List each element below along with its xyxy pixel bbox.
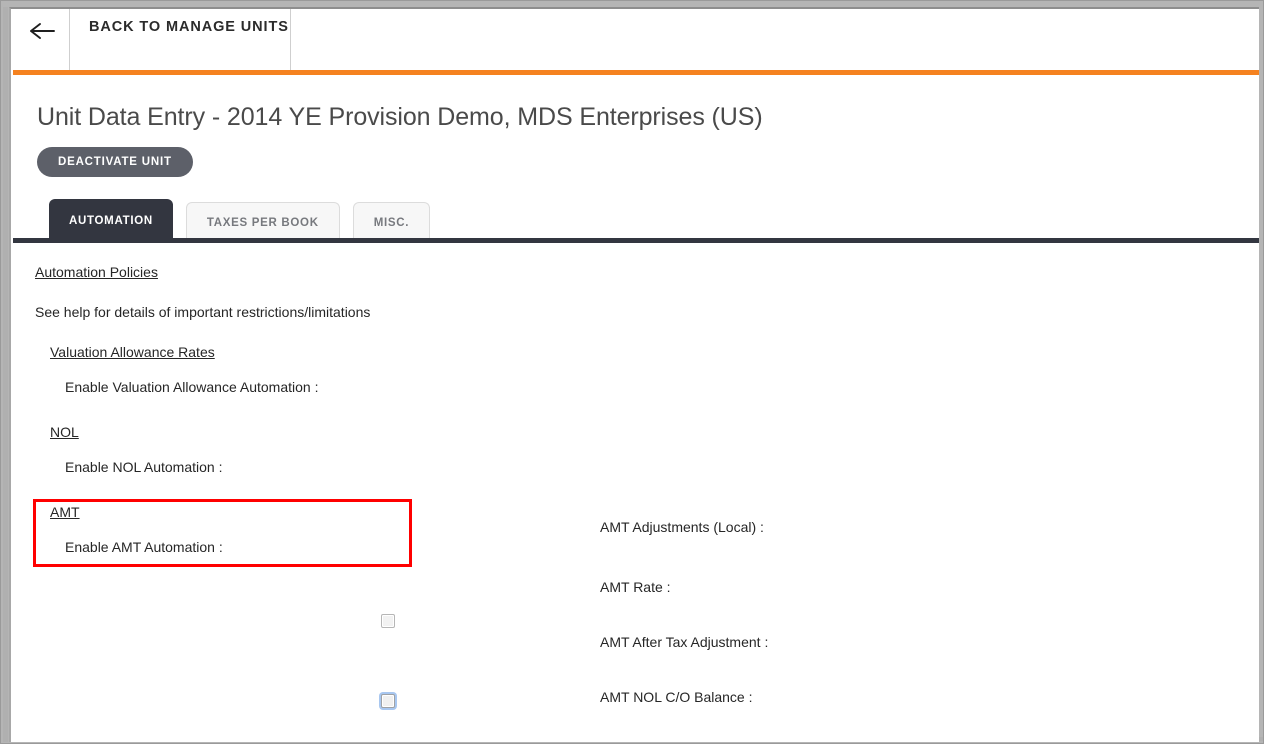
section-heading-amt[interactable]: AMT [50, 504, 80, 520]
tab-misc[interactable]: MISC. [352, 202, 431, 242]
label-enable-amt-automation: Enable AMT Automation : [65, 539, 223, 555]
tab-bar: AUTOMATION TAXES PER BOOK MISC. [49, 199, 431, 242]
tab-taxes-per-book[interactable]: TAXES PER BOOK [185, 202, 340, 242]
deactivate-unit-button[interactable]: DEACTIVATE UNIT [37, 147, 193, 177]
window-left-bevel [3, 7, 8, 742]
label-amt-adjustments-local: AMT Adjustments (Local) : [600, 519, 764, 535]
topbar-divider-right [290, 9, 291, 70]
checkbox-enable-valuation-allowance-automation[interactable] [381, 614, 395, 628]
application-window: BACK TO MANAGE UNITS Unit Data Entry - 2… [0, 0, 1264, 744]
automation-help-text: See help for details of important restri… [35, 304, 371, 320]
back-to-manage-units-link[interactable]: BACK TO MANAGE UNITS [89, 19, 289, 35]
tab-automation[interactable]: AUTOMATION [49, 199, 173, 242]
accent-bar [13, 70, 1259, 75]
topbar-divider-left [69, 9, 70, 70]
label-amt-after-tax-adjustment: AMT After Tax Adjustment : [600, 634, 769, 650]
section-heading-nol[interactable]: NOL [50, 424, 79, 440]
automation-panel: Automation Policies See help for details… [13, 243, 1259, 742]
checkbox-enable-nol-automation[interactable] [381, 694, 395, 708]
label-enable-nol-automation: Enable NOL Automation : [65, 459, 223, 475]
browser-viewport: BACK TO MANAGE UNITS Unit Data Entry - 2… [9, 7, 1259, 742]
section-heading-valuation-allowance-rates[interactable]: Valuation Allowance Rates [50, 344, 215, 360]
page-title: Unit Data Entry - 2014 YE Provision Demo… [37, 103, 763, 131]
arrow-left-icon[interactable] [27, 18, 57, 44]
label-amt-nol-co-balance: AMT NOL C/O Balance : [600, 689, 753, 705]
top-navigation-bar: BACK TO MANAGE UNITS [13, 9, 1259, 70]
label-amt-rate: AMT Rate : [600, 579, 671, 595]
automation-policies-link[interactable]: Automation Policies [35, 264, 158, 280]
label-enable-valuation-allowance-automation: Enable Valuation Allowance Automation : [65, 379, 319, 395]
